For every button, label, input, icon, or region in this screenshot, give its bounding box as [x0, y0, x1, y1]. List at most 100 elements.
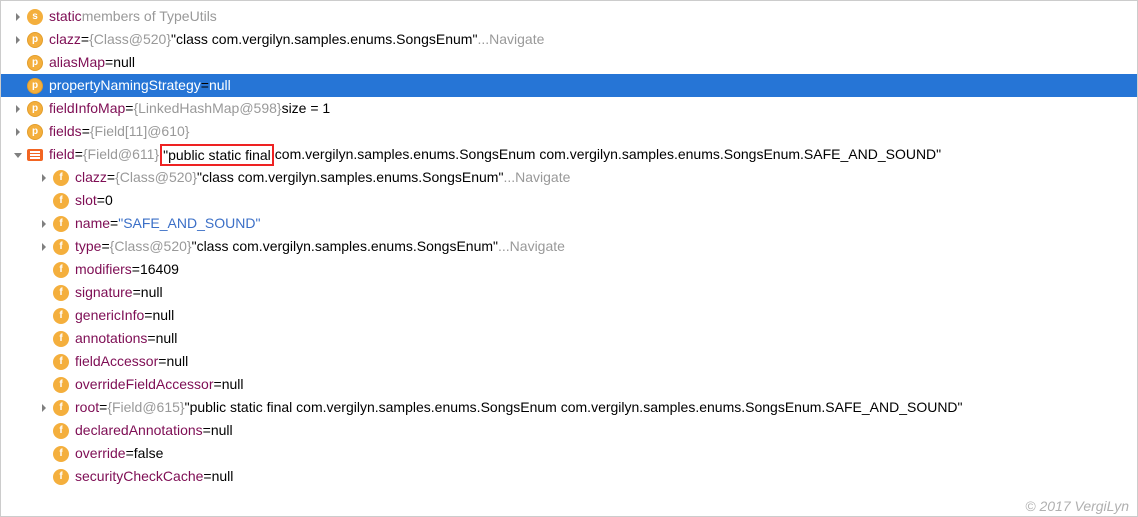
- equals: =: [203, 465, 211, 488]
- equals: =: [203, 419, 211, 442]
- variable-desc: members of TypeUtils: [82, 5, 217, 28]
- watermark: © 2017 VergiLyn: [1025, 498, 1129, 514]
- expand-arrow-icon[interactable]: [11, 148, 25, 162]
- variable-name: clazz: [75, 166, 107, 189]
- field-icon: f: [53, 285, 69, 301]
- field-icon: f: [53, 423, 69, 439]
- equals: =: [125, 97, 133, 120]
- variable-name: clazz: [49, 28, 81, 51]
- equals: =: [132, 258, 140, 281]
- object-id: {Class@520}: [115, 166, 197, 189]
- value-text: null: [152, 304, 174, 327]
- tree-row[interactable]: pfields = {Field[11]@610}: [1, 120, 1137, 143]
- field-icon: f: [53, 216, 69, 232]
- property-icon: p: [27, 124, 43, 140]
- variable-name: type: [75, 235, 101, 258]
- object-id: {Field[11]@610}: [90, 120, 190, 143]
- object-id: {Field@615}: [107, 396, 184, 419]
- expand-arrow-icon[interactable]: [37, 401, 51, 415]
- tree-row[interactable]: field = {Field@611} "public static final…: [1, 143, 1137, 166]
- variable-name: fieldAccessor: [75, 350, 158, 373]
- value-after: size = 1: [282, 97, 331, 120]
- tree-row[interactable]: froot = {Field@615} "public static final…: [1, 396, 1137, 419]
- expand-arrow-icon[interactable]: [11, 33, 25, 47]
- variable-name: modifiers: [75, 258, 132, 281]
- value-string: "public static final com.vergilyn.sample…: [185, 396, 963, 419]
- equals: =: [201, 74, 209, 97]
- tree-row[interactable]: ffieldAccessor = null: [1, 350, 1137, 373]
- variable-name: annotations: [75, 327, 147, 350]
- ellipsis: ...: [477, 28, 489, 51]
- tree-row[interactable]: foverride = false: [1, 442, 1137, 465]
- equals: =: [105, 51, 113, 74]
- expand-arrow-icon[interactable]: [37, 217, 51, 231]
- tree-row[interactable]: fannotations = null: [1, 327, 1137, 350]
- ellipsis: ...: [503, 166, 515, 189]
- field-icon: f: [53, 377, 69, 393]
- variable-name: overrideFieldAccessor: [75, 373, 214, 396]
- value-text: 16409: [140, 258, 179, 281]
- tree-row[interactable]: f declaredAnnotations = null: [1, 419, 1137, 442]
- equals: =: [144, 304, 152, 327]
- value-text: null: [141, 281, 163, 304]
- property-icon: p: [27, 78, 43, 94]
- navigate-link[interactable]: Navigate: [489, 28, 544, 51]
- property-icon: p: [27, 101, 43, 117]
- equals: =: [75, 143, 83, 166]
- equals: =: [214, 373, 222, 396]
- property-icon: p: [27, 55, 43, 71]
- equals: =: [99, 396, 107, 419]
- tree-row[interactable]: foverrideFieldAccessor = null: [1, 373, 1137, 396]
- field-icon: f: [53, 354, 69, 370]
- expand-arrow-icon[interactable]: [11, 10, 25, 24]
- tree-row[interactable]: p fieldInfoMap = {LinkedHashMap@598} size…: [1, 97, 1137, 120]
- tree-row[interactable]: fslot = 0: [1, 189, 1137, 212]
- object-id: {LinkedHashMap@598}: [133, 97, 281, 120]
- value-text: 0: [105, 189, 113, 212]
- object-id: {Class@520}: [89, 28, 171, 51]
- tree-row[interactable]: fname = "SAFE_AND_SOUND": [1, 212, 1137, 235]
- value-text: null: [156, 327, 178, 350]
- variable-name: fields: [49, 120, 82, 143]
- tree-row[interactable]: paliasMap = null: [1, 51, 1137, 74]
- tree-row[interactable]: ftype = {Class@520} "class com.vergilyn.…: [1, 235, 1137, 258]
- property-icon: p: [27, 32, 43, 48]
- tree-row[interactable]: fsignature = null: [1, 281, 1137, 304]
- tree-row[interactable]: pclazz = {Class@520} "class com.vergilyn…: [1, 28, 1137, 51]
- expand-arrow-icon[interactable]: [37, 240, 51, 254]
- tree-row[interactable]: p propertyNamingStrategy = null: [1, 74, 1137, 97]
- variable-name: static: [49, 5, 82, 28]
- ellipsis: ...: [498, 235, 510, 258]
- value-text: false: [134, 442, 164, 465]
- equals: =: [82, 120, 90, 143]
- value-text: null: [113, 51, 135, 74]
- value-text: com.vergilyn.samples.enums.SongsEnum com…: [275, 143, 941, 166]
- value-text: null: [211, 419, 233, 442]
- navigate-link[interactable]: Navigate: [515, 166, 570, 189]
- expand-arrow-icon[interactable]: [37, 171, 51, 185]
- tree-row[interactable]: sstatic members of TypeUtils: [1, 5, 1137, 28]
- equals: =: [126, 442, 134, 465]
- expand-arrow-icon[interactable]: [11, 125, 25, 139]
- value-string: "class com.vergilyn.samples.enums.SongsE…: [192, 235, 498, 258]
- variable-name: propertyNamingStrategy: [49, 74, 201, 97]
- tree-row[interactable]: fgenericInfo = null: [1, 304, 1137, 327]
- object-id: {Class@520}: [110, 235, 192, 258]
- equals: =: [97, 189, 105, 212]
- variable-name: declaredAnnotations: [75, 419, 203, 442]
- tree-row[interactable]: fmodifiers = 16409: [1, 258, 1137, 281]
- tree-row[interactable]: fsecurityCheckCache = null: [1, 465, 1137, 488]
- value-text: null: [209, 74, 231, 97]
- equals: =: [110, 212, 118, 235]
- variable-name: securityCheckCache: [75, 465, 203, 488]
- field-icon: f: [53, 446, 69, 462]
- variable-name: field: [49, 143, 75, 166]
- expand-arrow-icon[interactable]: [11, 102, 25, 116]
- equals: =: [107, 166, 115, 189]
- variable-name: slot: [75, 189, 97, 212]
- navigate-link[interactable]: Navigate: [510, 235, 565, 258]
- value-link[interactable]: "SAFE_AND_SOUND": [118, 212, 260, 235]
- variable-name: fieldInfoMap: [49, 97, 125, 120]
- tree-row[interactable]: fclazz = {Class@520} "class com.vergilyn…: [1, 166, 1137, 189]
- field-icon: f: [53, 308, 69, 324]
